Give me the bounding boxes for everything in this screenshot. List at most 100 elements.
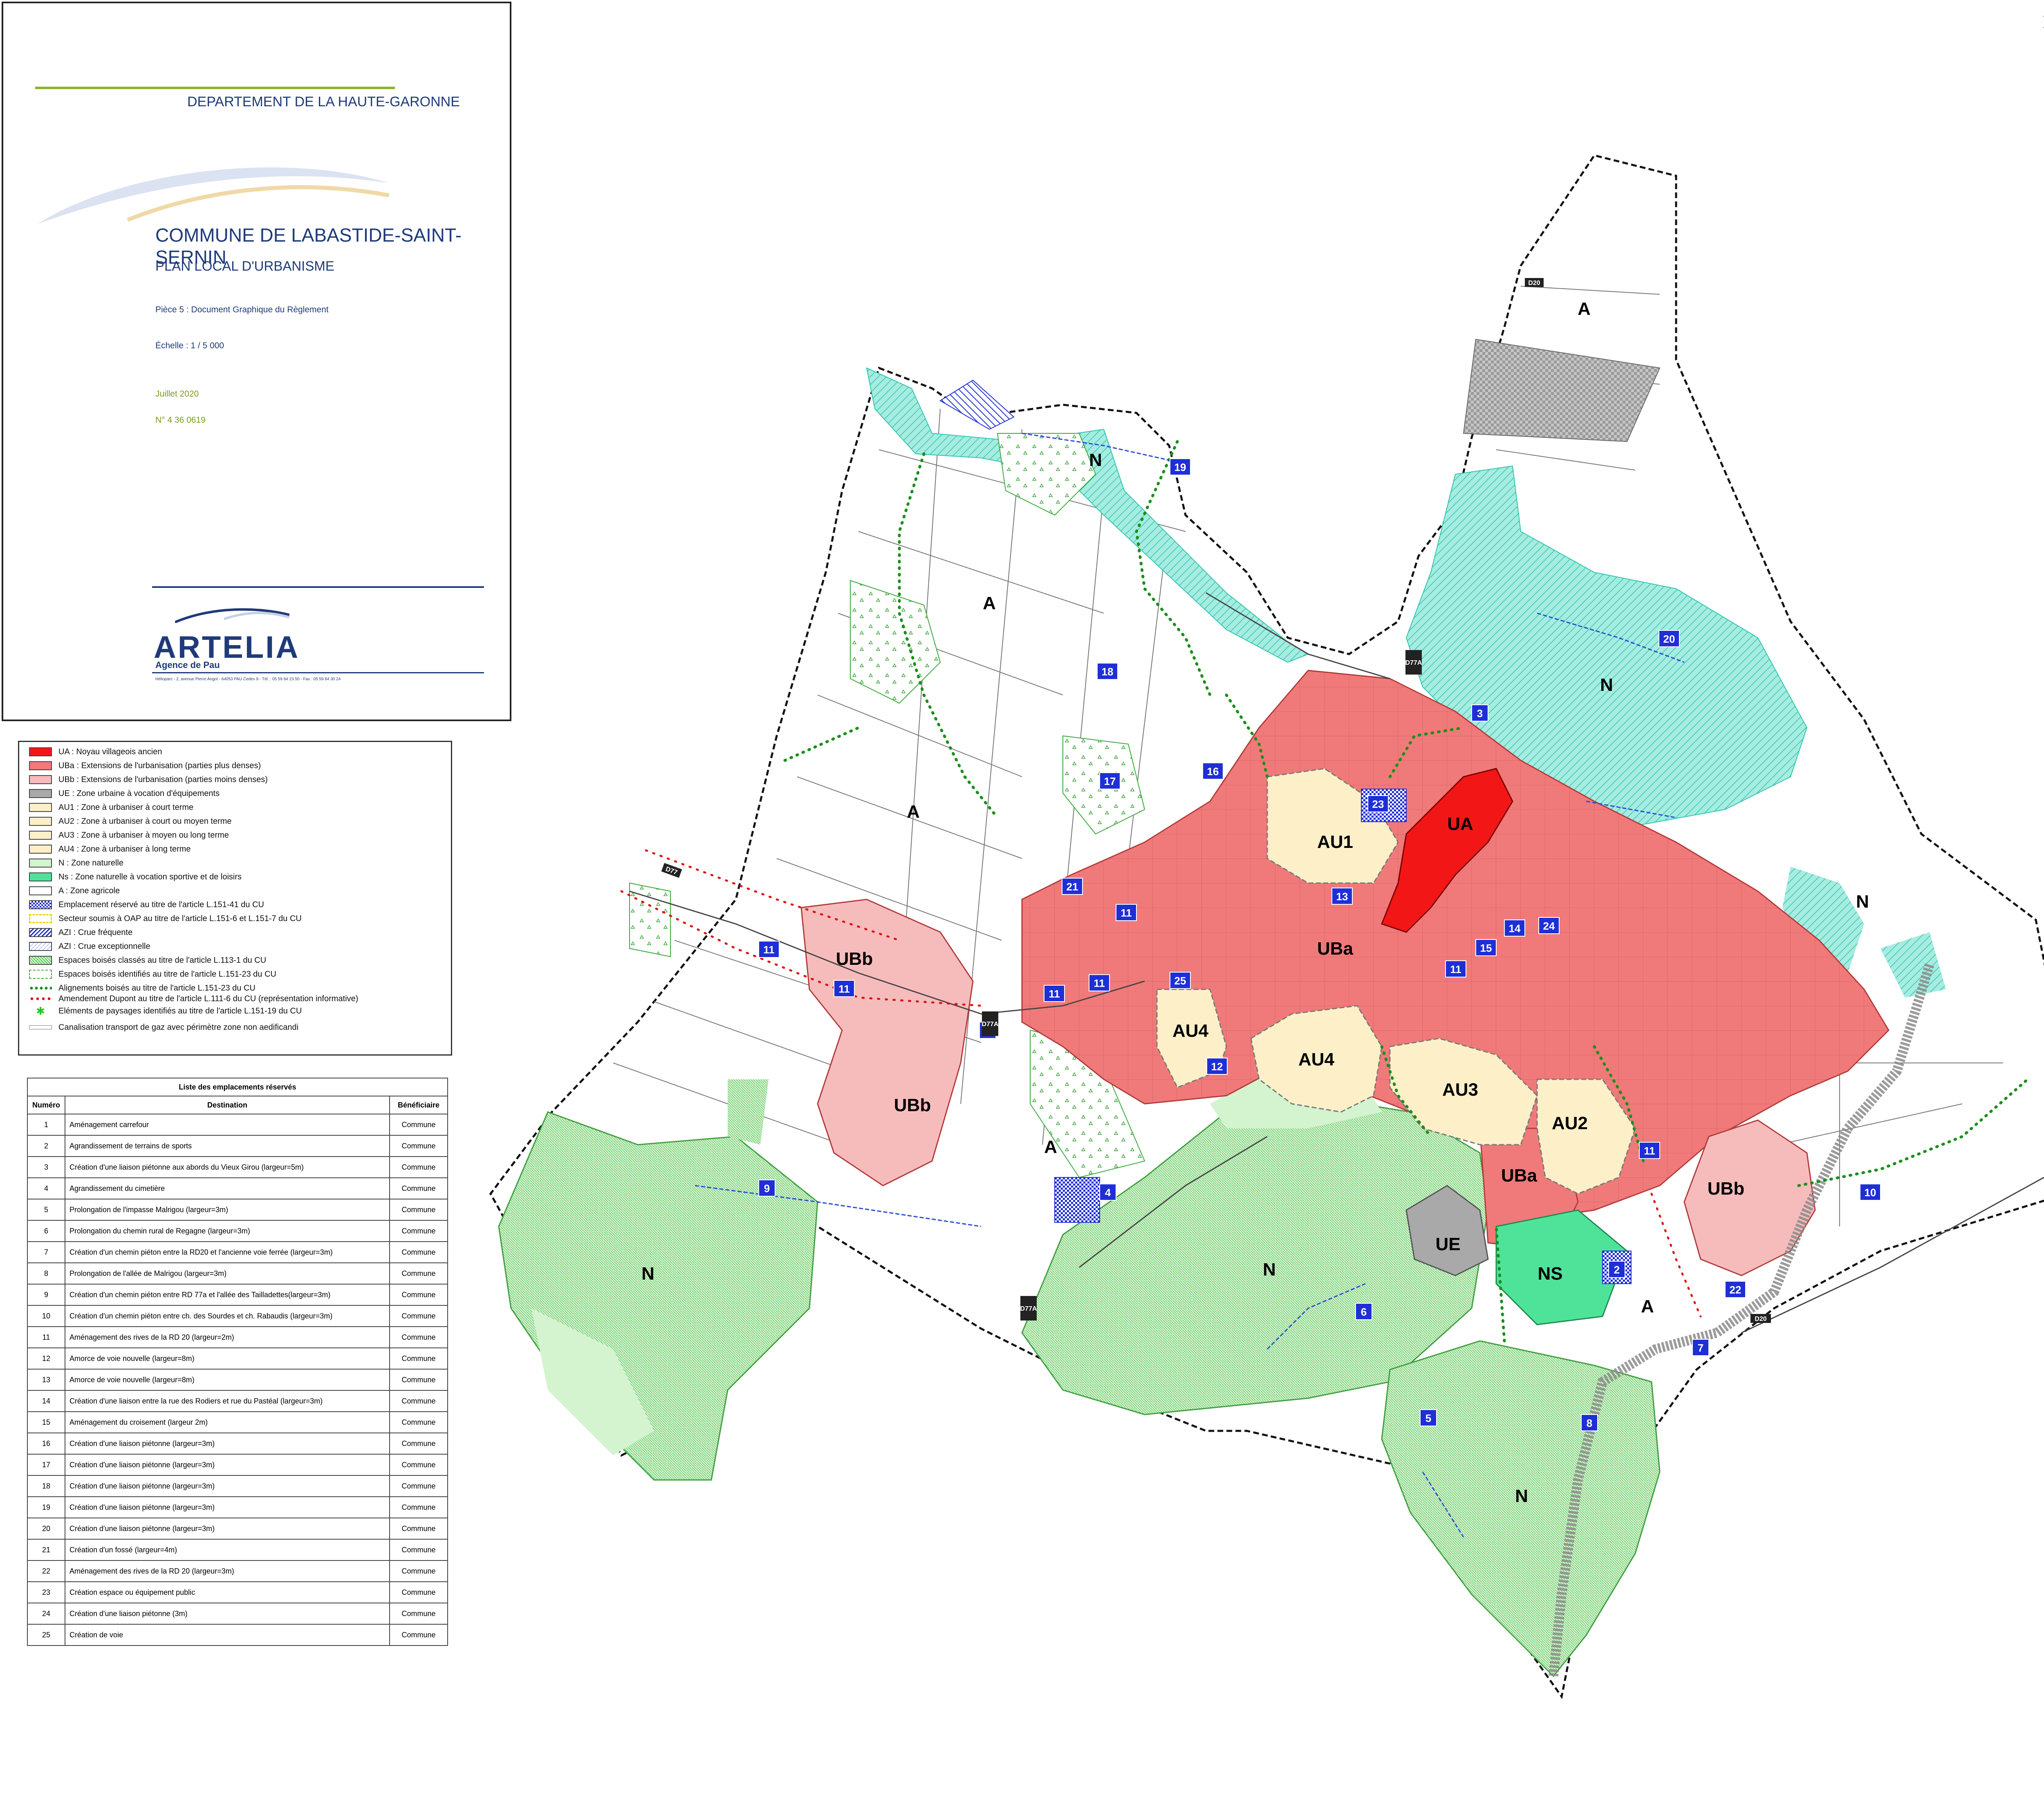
svg-text:15: 15: [1480, 942, 1492, 954]
reserved-marker: 11: [834, 980, 855, 997]
table-cell-ben: Commune: [389, 1284, 448, 1306]
table-cell-dest: Création d'une liaison piétonne (3m): [65, 1603, 390, 1625]
table-cell-dest: Création d'une liaison piétonne (largeur…: [65, 1496, 390, 1518]
table-row: 13 Amorce de voie nouvelle (largeur=8m) Co…: [27, 1369, 448, 1391]
legend-item: AU3 : Zone à urbaniser à moyen ou long t…: [29, 830, 229, 841]
table-cell-ben: Commune: [389, 1581, 448, 1603]
table-row: 3 Création d'une liaison piétonne aux abo…: [27, 1156, 448, 1178]
zone-label: UBb: [836, 949, 873, 969]
reserved-marker: 11: [1116, 904, 1137, 921]
reserved-marker: 19: [1170, 458, 1191, 475]
table-row: 25 Création de voie Commune: [27, 1624, 448, 1646]
svg-text:11: 11: [1644, 1145, 1655, 1157]
zone-label: N: [1600, 675, 1613, 695]
table-row: 23 Création espace ou équipement public Co…: [27, 1581, 448, 1603]
reserved-marker: 11: [1639, 1142, 1660, 1159]
svg-text:24: 24: [1543, 920, 1555, 932]
table-row: 11 Aménagement des rives de la RD 20 (lar…: [27, 1326, 448, 1348]
table-cell-dest: Création d'une liaison piétonne (largeur…: [65, 1454, 390, 1476]
svg-text:22: 22: [1730, 1284, 1741, 1296]
table-row: 8 Prolongation de l'allée de Malrigou (la…: [27, 1262, 448, 1285]
table-cell-num: 11: [27, 1326, 65, 1348]
reserved-marker: 9: [758, 1179, 775, 1197]
table-cell-ben: Commune: [389, 1369, 448, 1391]
col-header: Numéro: [27, 1096, 65, 1114]
legend-item: Espaces boisés classés au titre de l'art…: [29, 955, 266, 966]
reserved-marker: 2: [1608, 1261, 1625, 1278]
svg-text:11: 11: [1450, 963, 1461, 975]
legend-item: ✱ Eléments de paysages identifiés au titr…: [29, 1005, 302, 1017]
table-cell-num: 14: [27, 1390, 65, 1412]
table-cell-num: 16: [27, 1433, 65, 1455]
table-row: 18 Création d'une liaison piétonne (large…: [27, 1475, 448, 1497]
svg-text:11: 11: [1121, 907, 1132, 919]
legend-item: Amendement Dupont au titre de l'article …: [29, 993, 358, 1004]
svg-text:13: 13: [1336, 890, 1348, 903]
reserved-marker: 13: [1331, 888, 1353, 905]
table-cell-ben: Commune: [389, 1433, 448, 1455]
svg-text:D20: D20: [1755, 1316, 1766, 1323]
legend-item: N : Zone naturelle: [29, 857, 123, 869]
table-cell-ben: Commune: [389, 1475, 448, 1497]
table-cell-ben: Commune: [389, 1135, 448, 1157]
table-cell-ben: Commune: [389, 1496, 448, 1518]
svg-text:20: 20: [1663, 633, 1675, 645]
reference-label: N° 4 36 0619: [155, 415, 206, 425]
table-row: 24 Création d'une liaison piétonne (3m) Co…: [27, 1603, 448, 1625]
table-cell-ben: Commune: [389, 1454, 448, 1476]
table-cell-ben: Commune: [389, 1220, 448, 1242]
table-cell-dest: Prolongation du chemin rural de Regagne …: [65, 1220, 390, 1242]
table-cell-dest: Création d'une liaison piétonne aux abor…: [65, 1156, 390, 1178]
table-row: 22 Aménagement des rives de la RD 20 (lar…: [27, 1560, 448, 1582]
reserved-marker: 21: [1062, 878, 1083, 895]
table-cell-ben: Commune: [389, 1177, 448, 1199]
table-cell-dest: Aménagement des rives de la RD 20 (large…: [65, 1560, 390, 1582]
table-cell-dest: Prolongation de l'impasse Malrigou (larg…: [65, 1199, 390, 1221]
zone-label: N: [641, 1264, 654, 1284]
zone-label: AU2: [1552, 1113, 1588, 1133]
zone-label: N: [1263, 1260, 1276, 1280]
reserved-marker: 15: [1475, 939, 1497, 956]
table-cell-num: 5: [27, 1199, 65, 1221]
table-cell-dest: Amorce de voie nouvelle (largeur=8m): [65, 1347, 390, 1370]
svg-text:14: 14: [1509, 922, 1521, 935]
table-cell-num: 13: [27, 1369, 65, 1391]
reserved-marker: 22: [1725, 1281, 1746, 1298]
star-icon: ✱: [36, 1004, 45, 1017]
legend-item: Canalisation transport de gaz avec périm…: [29, 1022, 298, 1033]
table-cell-dest: Prolongation de l'allée de Malrigou (lar…: [65, 1262, 390, 1285]
zone-label: UBb: [1708, 1179, 1744, 1199]
table-row: 12 Amorce de voie nouvelle (largeur=8m) Co…: [27, 1347, 448, 1370]
table-cell-num: 17: [27, 1454, 65, 1476]
svg-text:18: 18: [1102, 666, 1114, 678]
reserved-marker: 20: [1659, 630, 1680, 647]
reserved-marker: 24: [1538, 917, 1560, 934]
svg-text:7: 7: [1698, 1342, 1703, 1354]
legend-item: Ns : Zone naturelle à vocation sportive …: [29, 871, 242, 883]
table-row: 19 Création d'une liaison piétonne (large…: [27, 1496, 448, 1518]
table-cell-ben: Commune: [389, 1114, 448, 1136]
zone-label: N: [1089, 450, 1102, 470]
reserved-marker: 14: [1504, 919, 1525, 937]
legend-item: UE : Zone urbaine à vocation d'équipemen…: [29, 788, 220, 799]
reserved-marker: 18: [1097, 663, 1118, 680]
reserved-marker: 7: [1692, 1339, 1709, 1356]
legend-item: Alignements boisés au titre de l'article…: [29, 982, 256, 994]
table-cell-num: 18: [27, 1475, 65, 1497]
svg-text:16: 16: [1207, 765, 1219, 778]
reserved-table-title: Liste des emplacements réservés: [27, 1078, 448, 1096]
date-label: Juillet 2020: [155, 389, 199, 399]
zone-label: NS: [1537, 1264, 1562, 1284]
legend-item: AU2 : Zone à urbaniser à court ou moyen …: [29, 816, 232, 827]
zone-label: UE: [1435, 1234, 1460, 1254]
table-cell-dest: Aménagement du croisement (largeur 2m): [65, 1411, 390, 1433]
table-cell-ben: Commune: [389, 1241, 448, 1263]
table-cell-num: 25: [27, 1624, 65, 1646]
table-cell-num: 19: [27, 1496, 65, 1518]
table-cell-dest: Création d'une liaison entre la rue des …: [65, 1390, 390, 1412]
svg-text:11: 11: [1049, 988, 1060, 1000]
reserved-marker: 23: [1367, 795, 1389, 812]
table-cell-ben: Commune: [389, 1518, 448, 1540]
table-cell-num: 22: [27, 1560, 65, 1582]
zone-label: N: [1856, 892, 1869, 912]
